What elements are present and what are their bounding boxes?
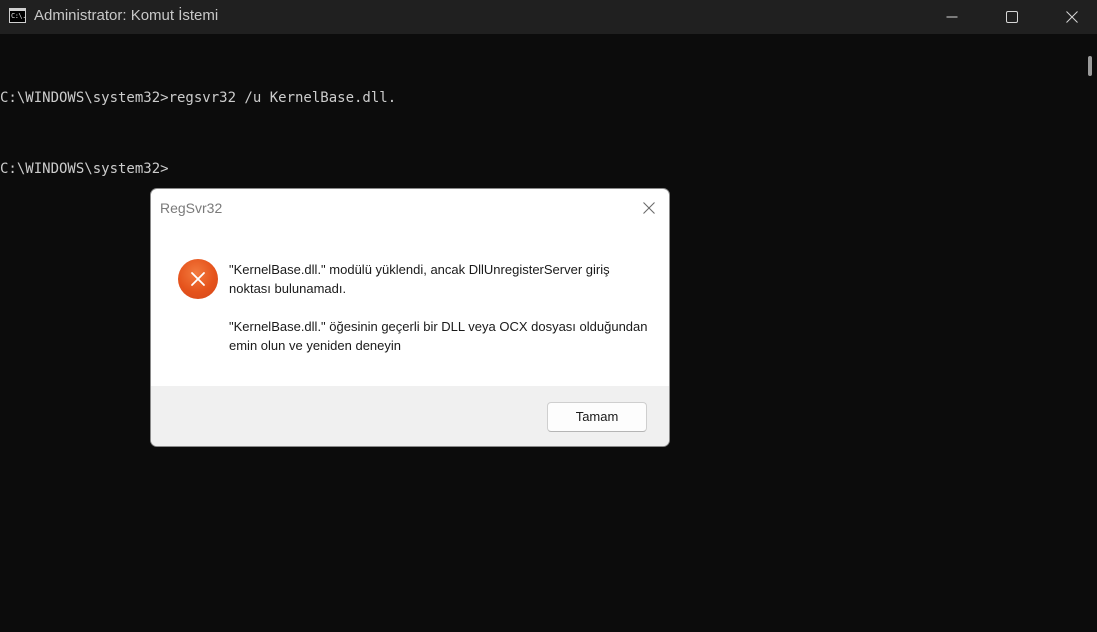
close-icon xyxy=(643,202,655,214)
maximize-icon xyxy=(1006,11,1018,23)
scrollbar-thumb[interactable] xyxy=(1088,56,1092,76)
title-bar[interactable]: C:\. Administrator: Komut İstemi xyxy=(0,0,1097,34)
dialog-message-secondary: "KernelBase.dll." öğesinin geçerli bir D… xyxy=(229,319,648,353)
vertical-scrollbar[interactable] xyxy=(1081,34,1097,632)
close-button[interactable] xyxy=(1049,0,1095,34)
console-line-command: C:\WINDOWS\system32>regsvr32 /u KernelBa… xyxy=(0,90,397,106)
minimize-icon xyxy=(946,16,958,18)
minimize-button[interactable] xyxy=(929,0,975,34)
maximize-button[interactable] xyxy=(989,0,1035,34)
command-prompt-icon-glyph: C:\. xyxy=(11,12,26,20)
window-title: Administrator: Komut İstemi xyxy=(34,7,219,24)
console-window: C:\. Administrator: Komut İstemi C:\WIND… xyxy=(0,0,1097,632)
dialog-title: RegSvr32 xyxy=(160,200,223,216)
ok-button[interactable]: Tamam xyxy=(547,402,647,432)
command-prompt-icon: C:\. xyxy=(9,8,26,23)
dialog-message-primary: "KernelBase.dll." modülü yüklendi, ancak… xyxy=(229,262,610,296)
error-icon xyxy=(178,259,218,299)
dialog-footer: Tamam xyxy=(151,386,669,446)
regsvr32-dialog: RegSvr32 "KernelBase.dll." modülü yüklen… xyxy=(150,188,670,447)
close-icon xyxy=(1066,11,1078,23)
error-cross-icon xyxy=(191,272,205,286)
dialog-close-button[interactable] xyxy=(635,195,663,221)
